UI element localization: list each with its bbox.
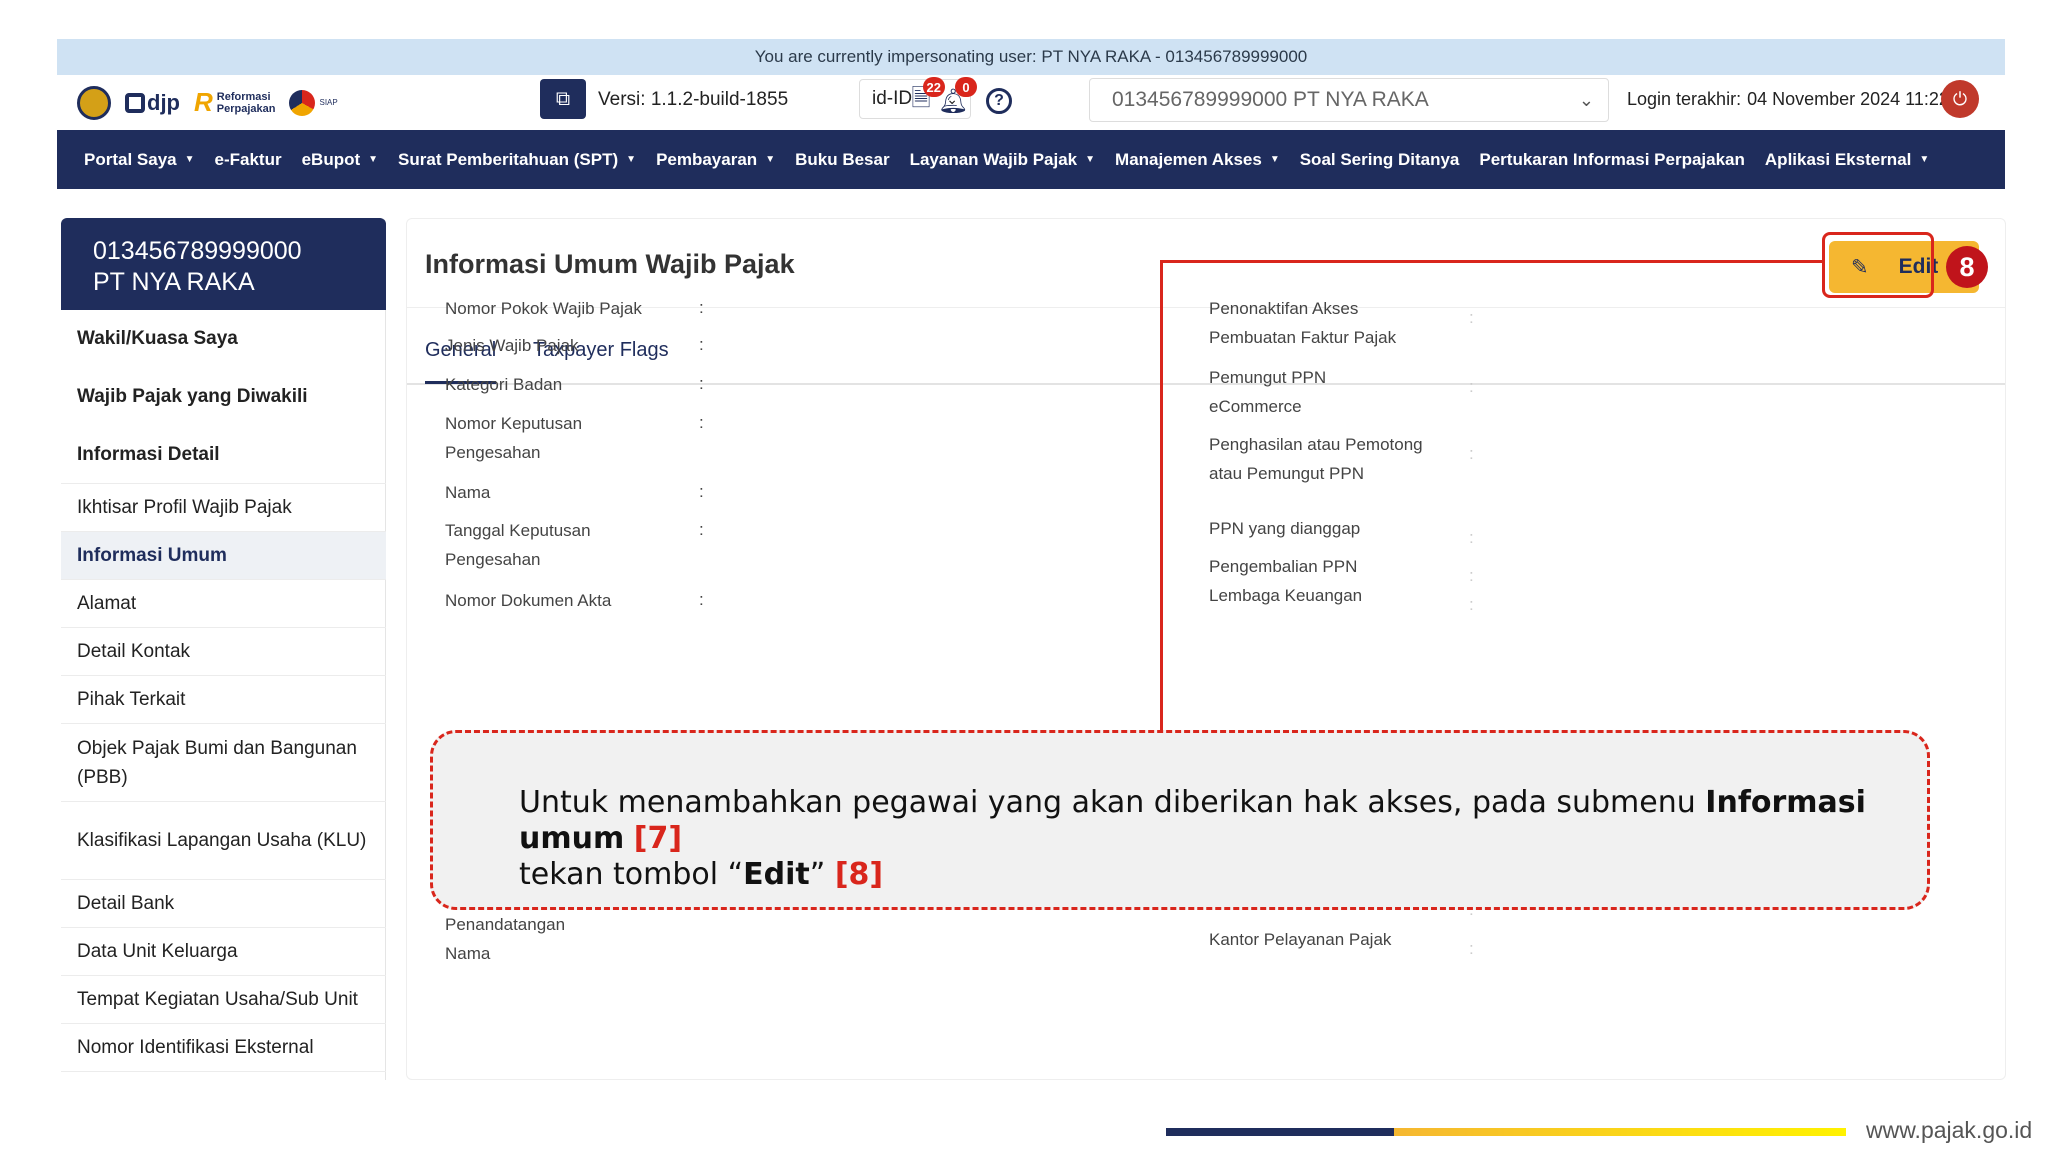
field-colon: : [699,298,704,317]
reformasi-logo: R Reformasi Perpajakan [194,87,276,117]
field-label: Tanggal Keputusan Pengesahan [445,521,591,569]
logout-button[interactable]: ⏻ [1941,80,1979,118]
sidebar-item-detail-bank[interactable]: Detail Bank [61,880,386,928]
kemenkeu-logo [77,85,111,120]
taxpayer-select[interactable]: 013456789999000 PT NYA RAKA ⌄ [1089,78,1609,122]
field-label: Nomor Keputusan Pengesahan [445,414,583,462]
field-label: Jenis Wajib Pajak [445,336,579,355]
djp-logo: djp [125,90,180,116]
notifications-button[interactable]: 🔔︎ 0 [937,77,977,117]
nav-item-3[interactable]: Surat Pemberitahuan (SPT) ▼ [388,150,646,170]
field-colon: : [1469,528,1474,547]
field-label: PPN yang dianggap [1209,519,1361,538]
step-number-badge: 8 [1946,246,1988,288]
field-colon: : [1469,377,1474,396]
sidebar-item-data-unit-keluarga[interactable]: Data Unit Keluarga [61,928,386,976]
caret-down-icon: ▼ [1085,154,1096,165]
sidebar-taxpayer-card: 013456789999000 PT NYA RAKA [61,218,386,310]
copy-icon: ⧉ [555,87,571,110]
field-colon: : [699,590,704,609]
field-label: Nomor Pokok Wajib Pajak [445,299,642,318]
caret-down-icon: ▼ [184,154,195,165]
nav-item-2[interactable]: eBupot ▼ [292,150,388,170]
sidebar-item-wakil-kuasa[interactable]: Wakil/Kuasa Saya [61,310,386,368]
field-colon: : [1469,566,1474,585]
nav-item-10[interactable]: Aplikasi Eksternal ▼ [1755,150,1939,170]
nav-item-4[interactable]: Pembayaran ▼ [646,150,785,170]
sidebar-menu: Wakil/Kuasa Saya Wajib Pajak yang Diwaki… [61,310,386,1072]
nav-item-1[interactable]: e-Faktur [205,150,292,170]
sidebar-item-wajib-pajak-diwakili[interactable]: Wajib Pajak yang Diwakili [61,368,386,426]
field-colon: : [699,413,704,432]
nav-item-9[interactable]: Pertukaran Informasi Perpajakan [1469,150,1755,170]
instruction-text: Untuk menambahkan pegawai yang akan dibe… [519,785,1866,892]
edit-highlight-box [1822,232,1934,298]
sidebar-name: PT NYA RAKA [93,268,255,296]
sidebar-item-tempat-kegiatan-usaha[interactable]: Tempat Kegiatan Usaha/Sub Unit [61,976,386,1024]
field-label: Nama [445,483,491,502]
field-colon: : [1469,939,1474,958]
sidebar-item-klu[interactable]: Klasifikasi Lapangan Usaha (KLU) [61,802,386,880]
footer-bar-dark [1166,1128,1394,1136]
version-info: Versi: 1.1.2-build-1855 [598,89,789,110]
last-login: Login terakhir: 04 November 2024 11:22:04 [1627,89,1974,109]
nav-item-6[interactable]: Layanan Wajib Pajak ▼ [900,150,1105,170]
sidebar-item-informasi-umum[interactable]: Informasi Umum [61,532,386,580]
connector-line-vertical [1160,260,1163,732]
caret-down-icon: ▼ [1919,154,1930,165]
field-label: Pengembalian PPN [1209,557,1358,576]
siap-logo: SIAP [289,89,338,116]
field-label: Penonaktifan Akses Pembuatan Faktur Paja… [1209,299,1397,347]
impersonation-banner: You are currently impersonating user: PT… [57,39,2005,75]
sidebar-item-ikhtisar-profil[interactable]: Ikhtisar Profil Wajib Pajak [61,484,386,532]
documents-button[interactable]: 🗎 22 [905,77,945,117]
notifications-badge: 0 [955,77,977,97]
help-button[interactable]: ? [983,85,1015,117]
sidebar-item-alamat[interactable]: Alamat [61,580,386,628]
sidebar-item-detail-kontak[interactable]: Detail Kontak [61,628,386,676]
field-colon: : [1469,444,1474,463]
footer-bar-gold [1394,1128,1846,1136]
help-icon: ? [986,88,1012,114]
sidebar-npwp: 013456789999000 [93,237,302,265]
sidebar-item-informasi-detail[interactable]: Informasi Detail [61,426,386,484]
nav-item-7[interactable]: Manajemen Akses ▼ [1105,150,1290,170]
field-label: Kantor Pelayanan Pajak [1209,930,1392,949]
nav-item-5[interactable]: Buku Besar [785,150,899,170]
nav-item-0[interactable]: Portal Saya ▼ [74,150,205,170]
nav-item-8[interactable]: Soal Sering Ditanya [1290,150,1470,170]
caret-down-icon: ▼ [1269,154,1280,165]
field-colon: : [1469,595,1474,614]
field-colon: : [699,520,704,539]
field-colon: : [699,482,704,501]
logout-icon: ⏻ [1952,88,1968,109]
field-colon: : [699,374,704,393]
caret-down-icon: ▼ [626,154,637,165]
connector-line-horizontal [1160,260,1824,263]
chevron-down-icon: ⌄ [1578,89,1594,110]
copy-button[interactable]: ⧉ [540,79,586,119]
top-header: djp R Reformasi Perpajakan SIAP ⧉ Versi: … [57,75,2005,130]
field-label: Pemungut PPN eCommerce [1209,368,1327,416]
sidebar-item-pihak-terkait[interactable]: Pihak Terkait [61,676,386,724]
field-colon: : [1469,308,1474,327]
footer-url[interactable]: www.pajak.go.id [1866,1117,2032,1144]
caret-down-icon: ▼ [765,154,776,165]
field-colon: : [699,335,704,354]
sidebar-item-objek-pbb[interactable]: Objek Pajak Bumi dan Bangunan (PBB) [61,724,386,802]
sidebar-item-nomor-identifikasi-eksternal[interactable]: Nomor Identifikasi Eksternal [61,1024,386,1072]
page-title: Informasi Umum Wajib Pajak [425,249,795,279]
field-label: Penghasilan atau Pemotong atau Pemungut … [1209,435,1423,483]
field-label: Kategori Badan [445,375,563,394]
logo-group: djp R Reformasi Perpajakan SIAP [57,85,537,120]
field-label: Nomor Dokumen Akta [445,591,612,610]
main-nav: Portal Saya ▼ e-Faktur eBupot ▼ Surat Pemberi… [57,130,2005,189]
caret-down-icon: ▼ [368,154,379,165]
field-label: Lembaga Keuangan [1209,586,1363,605]
main-card: Informasi Umum Wajib Pajak ✎ Edit Genera… [406,218,2006,1080]
instruction-callout: Untuk menambahkan pegawai yang akan dibe… [430,730,1930,910]
